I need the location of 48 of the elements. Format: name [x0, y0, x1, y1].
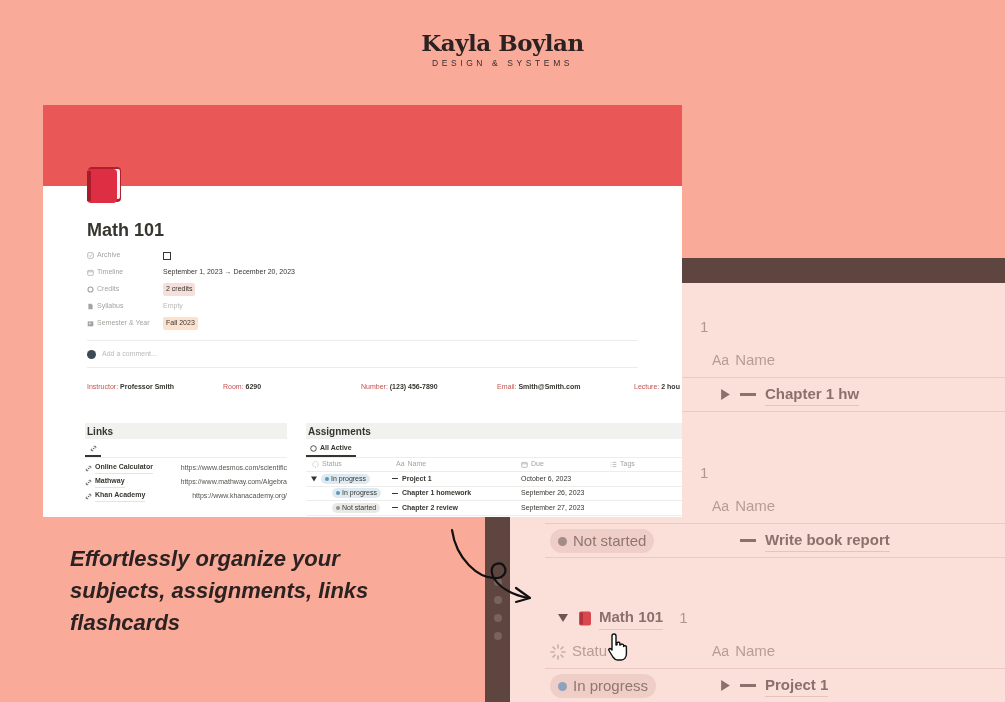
- checkbox-icon: [87, 252, 94, 259]
- circle-icon: [310, 445, 317, 452]
- task-name[interactable]: Project 1: [765, 673, 829, 698]
- circle-icon: [87, 286, 94, 293]
- column-header: Statu: [572, 641, 608, 662]
- page-icon: [740, 538, 756, 543]
- document-icon: [87, 303, 94, 310]
- book-icon: [87, 167, 121, 203]
- hand-cursor-icon: [608, 633, 628, 661]
- link-icon: [85, 478, 92, 486]
- book-icon: [579, 610, 591, 626]
- checkbox[interactable]: [163, 251, 171, 260]
- status-icon: [312, 461, 319, 468]
- column-header: Name: [735, 641, 776, 662]
- toggle-icon[interactable]: [720, 680, 731, 691]
- loading-icon: [550, 643, 566, 660]
- row-count: 1: [700, 316, 709, 337]
- page-icon: [740, 683, 756, 688]
- headline: Effortlessly organize your subjects, assignments, links flashcards: [70, 545, 369, 637]
- toggle-icon[interactable]: [720, 389, 731, 400]
- section-header: Assignments: [306, 423, 682, 439]
- text-type-icon: Aa: [712, 496, 730, 517]
- column-header: Name: [735, 350, 776, 371]
- calendar-icon: [521, 461, 528, 468]
- text-type-icon: Aa: [712, 350, 730, 371]
- text-type-icon: Aa: [712, 641, 730, 662]
- toggle-icon[interactable]: [311, 475, 317, 482]
- status-label: Not started: [573, 530, 647, 551]
- toggle-icon[interactable]: [558, 613, 568, 623]
- section-header: Links: [85, 423, 287, 439]
- page-title: Math 101: [87, 219, 166, 241]
- task-name[interactable]: Chapter 1 hw: [765, 382, 860, 407]
- calendar-icon: [87, 320, 94, 327]
- row-count: 1: [679, 607, 688, 628]
- brand-tagline: DESIGN & SYSTEMS: [431, 57, 574, 70]
- row-count: 1: [700, 462, 709, 483]
- link-icon: [85, 464, 92, 472]
- list-icon: [610, 461, 617, 468]
- page-icon: [740, 392, 756, 397]
- link-icon: [85, 492, 92, 500]
- calendar-icon: [87, 269, 94, 276]
- status-label: In progress: [573, 675, 649, 696]
- link-icon: [89, 445, 97, 452]
- column-header: Name: [735, 496, 776, 517]
- task-name[interactable]: Write book report: [765, 528, 890, 553]
- avatar-icon: [87, 349, 96, 359]
- group-name[interactable]: Math 101: [599, 606, 664, 630]
- brand-name: Kayla Boylan: [421, 30, 584, 56]
